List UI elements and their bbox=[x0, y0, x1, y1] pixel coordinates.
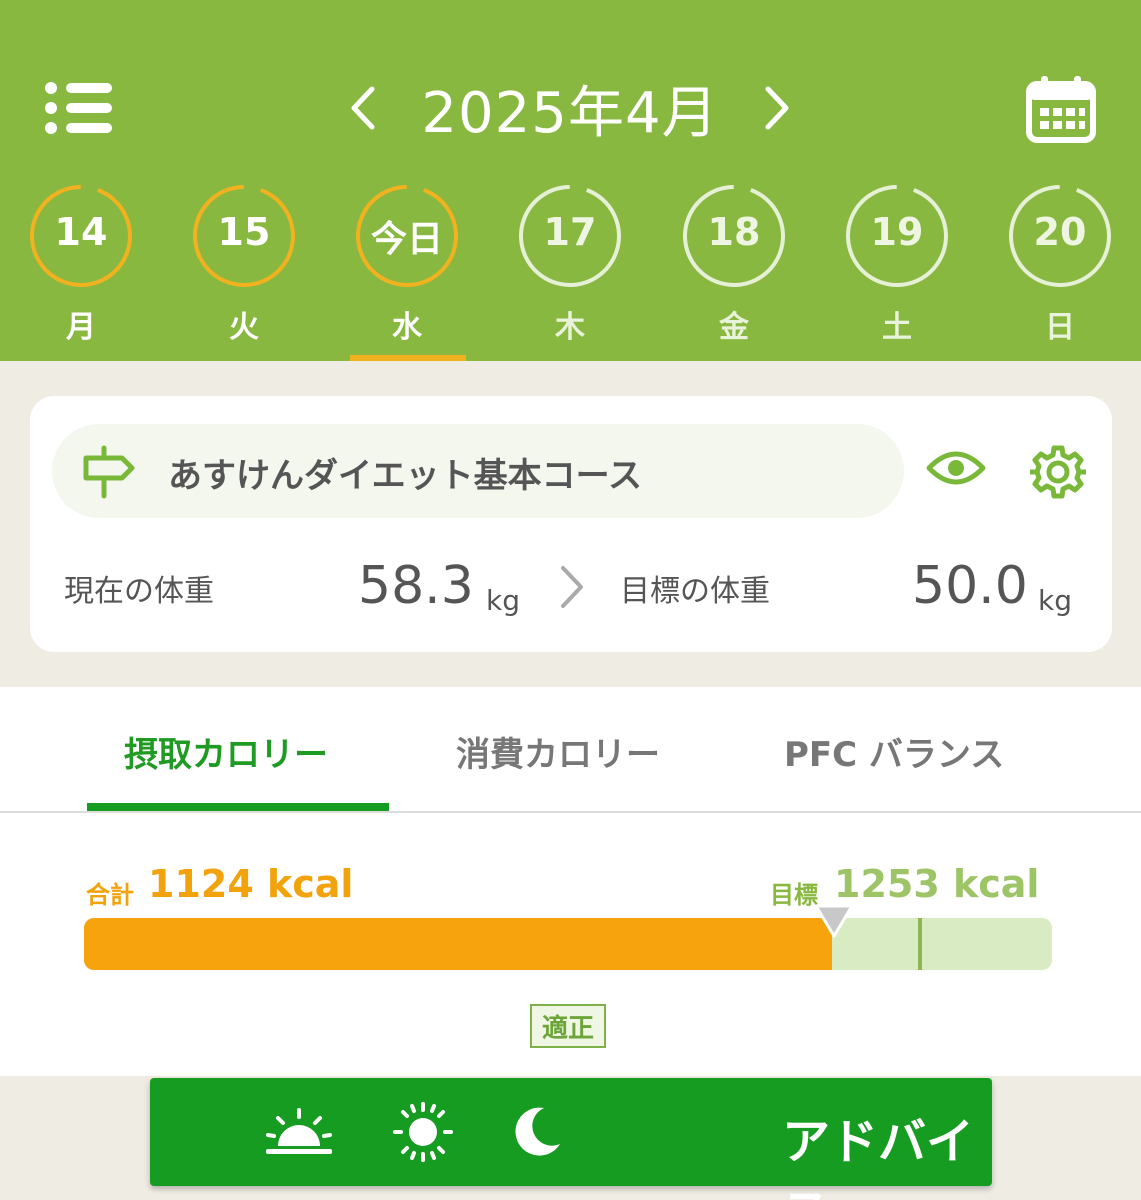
advice-button[interactable]: アドバイス bbox=[150, 1078, 992, 1200]
calorie-progress-fill bbox=[84, 918, 832, 970]
tab-intake-calories[interactable]: 摂取カロリー bbox=[124, 727, 328, 776]
total-calories-label: 合計 bbox=[86, 881, 134, 909]
day-number: 今日 bbox=[370, 219, 443, 260]
active-tab-indicator bbox=[87, 803, 389, 811]
target-line bbox=[918, 918, 922, 970]
list-icon[interactable] bbox=[44, 80, 114, 136]
day-weekday: 火 bbox=[229, 310, 259, 345]
day-weekday: 金 bbox=[719, 310, 749, 345]
day-weekday: 土 bbox=[882, 310, 912, 345]
current-weight-label: 現在の体重 bbox=[64, 574, 214, 609]
day-number: 18 bbox=[707, 210, 761, 254]
day-weekday: 月 bbox=[66, 310, 96, 345]
eye-icon[interactable] bbox=[926, 446, 986, 490]
day-item-15[interactable]: 15 火 bbox=[184, 180, 304, 361]
chevron-right-icon bbox=[561, 566, 583, 608]
week-day-selector: 14 月 15 火 今日 水 17 木 18 金 19 土 20 日 bbox=[0, 180, 1141, 361]
sun-icon bbox=[393, 1102, 453, 1162]
day-number: 14 bbox=[54, 210, 108, 254]
calorie-progress-bar bbox=[84, 918, 1052, 970]
course-selector[interactable]: あすけんダイエット基本コース bbox=[52, 424, 904, 518]
current-weight-value: 58.3 bbox=[358, 556, 474, 616]
day-number: 17 bbox=[543, 210, 597, 254]
day-item-18[interactable]: 18 金 bbox=[674, 180, 794, 361]
sunrise-icon bbox=[266, 1108, 332, 1154]
moon-icon bbox=[515, 1107, 560, 1156]
next-month-button[interactable] bbox=[752, 72, 802, 144]
target-weight-label: 目標の体重 bbox=[620, 574, 770, 609]
current-weight-unit: kg bbox=[486, 584, 520, 617]
status-badge: 適正 bbox=[530, 1004, 606, 1048]
course-name: あすけんダイエット基本コース bbox=[168, 456, 642, 496]
prev-month-button[interactable] bbox=[338, 72, 388, 144]
target-calories-label: 目標 bbox=[770, 881, 818, 909]
signpost-icon bbox=[83, 445, 135, 499]
day-item-17[interactable]: 17 木 bbox=[510, 180, 630, 361]
target-weight-value: 50.0 bbox=[912, 556, 1028, 616]
tab-divider bbox=[0, 811, 1141, 813]
chevron-right-icon bbox=[765, 86, 789, 130]
month-title: 2025年4月 bbox=[421, 80, 719, 146]
day-weekday: 木 bbox=[555, 310, 585, 345]
chevron-left-icon bbox=[351, 86, 375, 130]
day-weekday: 水 bbox=[392, 310, 422, 345]
target-weight-unit: kg bbox=[1038, 584, 1072, 617]
target-calories-value: 1253 kcal bbox=[834, 862, 1040, 906]
gear-icon[interactable] bbox=[1030, 444, 1086, 500]
day-item-14[interactable]: 14 月 bbox=[21, 180, 141, 361]
day-number: 19 bbox=[870, 210, 924, 254]
total-calories-value: 1124 kcal bbox=[148, 862, 354, 906]
calendar-icon[interactable] bbox=[1025, 74, 1097, 144]
selected-day-indicator bbox=[350, 355, 466, 361]
day-weekday: 日 bbox=[1045, 310, 1075, 345]
day-item-today[interactable]: 今日 水 bbox=[347, 180, 467, 361]
advice-label: アドバイス bbox=[782, 1114, 975, 1200]
day-item-20[interactable]: 20 日 bbox=[1000, 180, 1120, 361]
tab-burned-calories[interactable]: 消費カロリー bbox=[456, 727, 660, 776]
day-item-19[interactable]: 19 土 bbox=[837, 180, 957, 361]
progress-marker-icon bbox=[814, 904, 854, 938]
month-navigator: 2025年4月 bbox=[330, 72, 810, 146]
day-number: 15 bbox=[217, 210, 271, 254]
calorie-panel: 摂取カロリー 消費カロリー PFC バランス 合計 1124 kcal 目標 1… bbox=[0, 687, 1141, 1076]
day-number: 20 bbox=[1033, 210, 1087, 254]
tab-pfc-balance[interactable]: PFC バランス bbox=[784, 727, 1004, 776]
header-bar: 2025年4月 14 月 15 火 今日 水 17 木 18 金 19 土 20… bbox=[0, 0, 1141, 361]
course-card: あすけんダイエット基本コース 現在の体重 58.3 kg 目標の体重 50.0 … bbox=[30, 396, 1112, 652]
